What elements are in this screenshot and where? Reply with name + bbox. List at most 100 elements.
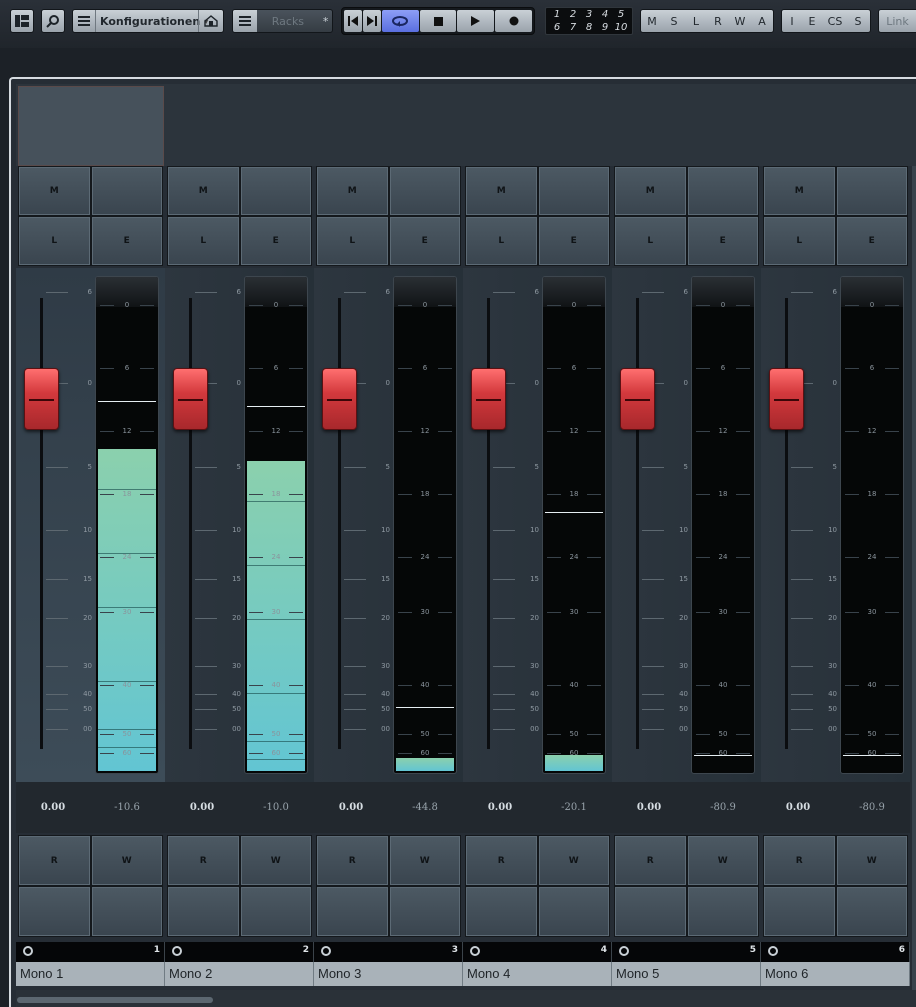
- marker-3[interactable]: 3: [581, 8, 597, 21]
- write-automation-button[interactable]: W: [91, 836, 162, 885]
- edit-channel-button[interactable]: E: [687, 217, 758, 265]
- marker-4[interactable]: 4: [597, 8, 613, 21]
- read-automation-button[interactable]: R: [615, 836, 686, 885]
- listen-button[interactable]: L: [764, 217, 835, 265]
- solo-button[interactable]: [91, 167, 162, 215]
- record-icon[interactable]: [495, 10, 532, 32]
- read-automation-button[interactable]: R: [317, 836, 388, 885]
- global-mute-button[interactable]: M: [641, 10, 663, 32]
- volume-value[interactable]: 0.00: [463, 802, 537, 813]
- read-automation-button[interactable]: R: [764, 836, 835, 885]
- record-enable-icon[interactable]: [470, 946, 480, 956]
- store-config-icon[interactable]: [198, 10, 223, 32]
- racks-menu-icon[interactable]: [233, 10, 257, 32]
- channel-name[interactable]: Mono 2: [165, 962, 314, 986]
- marker-10[interactable]: 10: [613, 21, 629, 34]
- marker-8[interactable]: 8: [581, 21, 597, 34]
- edit-channel-button[interactable]: E: [240, 217, 311, 265]
- global-s-button[interactable]: S: [848, 10, 868, 32]
- racks-button[interactable]: Racks: [257, 10, 320, 32]
- volume-fader-handle[interactable]: [173, 368, 208, 430]
- volume-value[interactable]: 0.00: [612, 802, 686, 813]
- marker-1[interactable]: 1: [549, 8, 565, 21]
- solo-button[interactable]: [687, 167, 758, 215]
- layout-icon[interactable]: [10, 9, 34, 33]
- marker-2[interactable]: 2: [565, 8, 581, 21]
- mute-button[interactable]: M: [19, 167, 90, 215]
- scroll-thumb[interactable]: [17, 997, 213, 1003]
- empty-slot-button[interactable]: [764, 887, 835, 936]
- empty-slot-button[interactable]: [91, 887, 162, 936]
- edit-channel-button[interactable]: E: [91, 217, 162, 265]
- write-automation-button[interactable]: W: [687, 836, 758, 885]
- volume-fader-handle[interactable]: [620, 368, 655, 430]
- volume-value[interactable]: 0.00: [165, 802, 239, 813]
- mute-button[interactable]: M: [168, 167, 239, 215]
- volume-fader-handle[interactable]: [769, 368, 804, 430]
- edit-channel-button[interactable]: E: [389, 217, 460, 265]
- write-automation-button[interactable]: W: [389, 836, 460, 885]
- global-i-button[interactable]: I: [782, 10, 802, 32]
- listen-button[interactable]: L: [466, 217, 537, 265]
- fader-track[interactable]: [785, 298, 788, 749]
- link-button[interactable]: Link: [878, 9, 916, 33]
- fader-track[interactable]: [487, 298, 490, 749]
- edit-channel-button[interactable]: E: [538, 217, 609, 265]
- racks-star[interactable]: *: [319, 10, 332, 32]
- global-read-button[interactable]: R: [707, 10, 729, 32]
- empty-slot-button[interactable]: [615, 887, 686, 936]
- peak-value[interactable]: -20.1: [537, 802, 611, 813]
- fader-track[interactable]: [40, 298, 43, 749]
- record-enable-icon[interactable]: [172, 946, 182, 956]
- empty-slot-button[interactable]: [389, 887, 460, 936]
- fader-track[interactable]: [338, 298, 341, 749]
- read-automation-button[interactable]: R: [19, 836, 90, 885]
- solo-button[interactable]: [389, 167, 460, 215]
- empty-slot-button[interactable]: [836, 887, 907, 936]
- write-automation-button[interactable]: W: [240, 836, 311, 885]
- channel-name[interactable]: Mono 5: [612, 962, 761, 986]
- channel-name[interactable]: Mono 1: [16, 962, 165, 986]
- fader-track[interactable]: [636, 298, 639, 749]
- volume-value[interactable]: 0.00: [314, 802, 388, 813]
- horizontal-scrollbar[interactable]: [16, 990, 916, 1007]
- record-enable-icon[interactable]: [321, 946, 331, 956]
- peak-value[interactable]: -10.6: [90, 802, 164, 813]
- mute-button[interactable]: M: [466, 167, 537, 215]
- go-to-end-icon[interactable]: [362, 10, 381, 32]
- volume-value[interactable]: 0.00: [761, 802, 835, 813]
- peak-value[interactable]: -10.0: [239, 802, 313, 813]
- peak-value[interactable]: -80.9: [835, 802, 909, 813]
- peak-value[interactable]: -44.8: [388, 802, 462, 813]
- channel-name[interactable]: Mono 3: [314, 962, 463, 986]
- marker-9[interactable]: 9: [597, 21, 613, 34]
- global-solo-button[interactable]: S: [663, 10, 685, 32]
- empty-slot-button[interactable]: [19, 887, 90, 936]
- global-write-button[interactable]: W: [729, 10, 751, 32]
- read-automation-button[interactable]: R: [466, 836, 537, 885]
- volume-fader-handle[interactable]: [471, 368, 506, 430]
- record-enable-icon[interactable]: [768, 946, 778, 956]
- volume-value[interactable]: 0.00: [16, 802, 90, 813]
- config-dropdown[interactable]: Konfigurationen ▾: [96, 10, 208, 32]
- empty-slot-button[interactable]: [538, 887, 609, 936]
- mute-button[interactable]: M: [764, 167, 835, 215]
- empty-slot-button[interactable]: [687, 887, 758, 936]
- listen-button[interactable]: L: [168, 217, 239, 265]
- stop-icon[interactable]: [419, 10, 457, 32]
- empty-slot-button[interactable]: [466, 887, 537, 936]
- empty-slot-button[interactable]: [317, 887, 388, 936]
- volume-fader-handle[interactable]: [24, 368, 59, 430]
- empty-slot-button[interactable]: [168, 887, 239, 936]
- menu-icon[interactable]: [73, 10, 97, 32]
- record-enable-icon[interactable]: [23, 946, 33, 956]
- global-cs-button[interactable]: CS: [822, 10, 848, 32]
- listen-button[interactable]: L: [615, 217, 686, 265]
- empty-slot-button[interactable]: [240, 887, 311, 936]
- edit-channel-button[interactable]: E: [836, 217, 907, 265]
- marker-6[interactable]: 6: [549, 21, 565, 34]
- channel-name[interactable]: Mono 4: [463, 962, 612, 986]
- play-icon[interactable]: [457, 10, 495, 32]
- global-listen-button[interactable]: L: [685, 10, 707, 32]
- write-automation-button[interactable]: W: [538, 836, 609, 885]
